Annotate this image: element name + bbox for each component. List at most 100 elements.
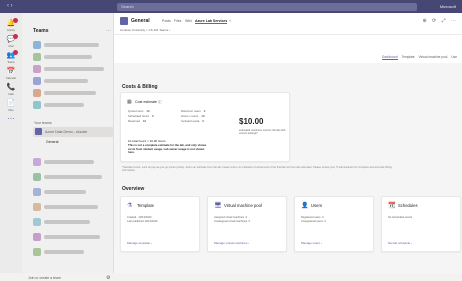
team-name-blurred[interactable]: [44, 190, 86, 194]
overview-heading: Overview: [122, 186, 145, 192]
tab-files[interactable]: Files: [174, 19, 181, 23]
subnav-dashboard[interactable]: Dashboard: [382, 55, 398, 60]
team-avatar[interactable]: [33, 41, 41, 49]
calendar-icon[interactable]: 📅: [6, 67, 16, 77]
rail-label: Teams: [7, 61, 15, 64]
channel-header: General Posts Files Wiki Azure Lab Servi…: [114, 13, 462, 35]
subnav-users[interactable]: Use: [451, 55, 457, 59]
profile-button[interactable]: Microsoft: [440, 3, 456, 10]
history-nav[interactable]: ‹ ›: [7, 3, 13, 10]
join-create-team-link[interactable]: Join or create a team: [28, 276, 61, 280]
manage-vms-link[interactable]: Manage virtual machines ›: [214, 241, 249, 245]
more-icon[interactable]: ⋯: [6, 115, 16, 125]
team-avatar[interactable]: [33, 65, 41, 73]
your-teams-heading: Your teams: [34, 121, 52, 125]
team-name-blurred[interactable]: [44, 250, 84, 254]
team-avatar[interactable]: [33, 203, 41, 211]
users-card: 👤 Users Registered users 0 Unregistered …: [294, 196, 374, 252]
card-detail: Unregistered users 0: [301, 220, 326, 223]
header-actions[interactable]: ⊕ ⟳ ⤢ ⋯: [422, 18, 458, 24]
team-avatar[interactable]: [33, 77, 41, 85]
search-input[interactable]: Search: [117, 3, 417, 11]
cost-row: Maximum users 0: [181, 109, 206, 113]
team-avatar[interactable]: [33, 53, 41, 61]
tab-posts[interactable]: Posts: [162, 19, 171, 23]
team-name-blurred[interactable]: [44, 235, 100, 239]
template-card: ⚗ Template Created 10/13/2020 Last publi…: [120, 196, 200, 252]
subnav-template[interactable]: Template: [402, 55, 415, 59]
costs-heading: Costs & Billing: [122, 84, 158, 90]
add-tab-button[interactable]: +: [229, 19, 231, 23]
team-name-blurred[interactable]: [44, 67, 104, 71]
team-name-blurred[interactable]: [44, 79, 88, 83]
notification-badge: [13, 50, 18, 55]
team-name-blurred[interactable]: [44, 160, 94, 164]
card-detail: Last published 10/13/2020: [127, 220, 158, 223]
team-avatar[interactable]: [33, 233, 41, 241]
team-avatar[interactable]: [33, 158, 41, 166]
team-avatar[interactable]: [33, 218, 41, 226]
team-name-blurred[interactable]: [44, 103, 84, 107]
estimated-cost-value: $10.00: [239, 117, 264, 126]
cost-row: Scheduled hours 0: [128, 114, 154, 118]
cost-note: This is not a complete estimate for the …: [128, 143, 207, 155]
vm-pool-card: 🖥 Virtual machine pool Assigned virtual …: [207, 196, 287, 252]
vm-pool-icon: 🖥: [214, 203, 222, 209]
cost-estimate-card: ▦ Cost estimate ⓘ Quota hours 10 Schedule…: [120, 92, 290, 162]
rail-label: Activity: [7, 29, 15, 32]
cost-row: Hours x users 10: [181, 114, 205, 118]
team-avatar[interactable]: [33, 89, 41, 97]
schedules-card: 📆 Schedules No scheduled events Set lab …: [381, 196, 461, 252]
main-pane: General Posts Files Wiki Azure Lab Servi…: [114, 13, 462, 273]
lab-subnav: Dashboard Template Virtual machine pool Use: [382, 55, 461, 60]
title-bar: ‹ › Search Microsoft: [0, 0, 462, 13]
overview-cards: ⚗ Template Created 10/13/2020 Last publi…: [120, 196, 461, 252]
team-name-blurred[interactable]: [44, 205, 98, 209]
card-detail: Unassigned virtual machines 0: [214, 220, 251, 223]
team-avatar[interactable]: [33, 248, 41, 256]
set-schedule-link[interactable]: Set lab schedule ›: [388, 241, 412, 245]
team-avatar[interactable]: [33, 173, 41, 181]
team-item-label: Azure Data Demo - clouder: [45, 130, 88, 134]
teams-panel: Teams ⋯ Your teams Azure Data Demo - clo…: [22, 13, 114, 281]
tab-azure-lab-services[interactable]: Azure Lab Services: [195, 19, 228, 24]
calculator-icon: ▦: [127, 99, 132, 105]
team-name-blurred[interactable]: [44, 175, 102, 179]
card-title: Schedules: [398, 203, 418, 208]
cost-estimate-title: Cost estimate ⓘ: [135, 100, 162, 104]
card-detail: Created 10/13/2020: [127, 216, 152, 219]
notification-badge: [13, 18, 18, 23]
team-avatar[interactable]: [33, 188, 41, 196]
card-title: Virtual machine pool: [224, 203, 262, 208]
app-rail: 🔔 Activity 💬 Chat 👥 Teams 📅 Calendar 📞 Calls 📄 File…: [0, 13, 22, 273]
card-detail: No scheduled events: [388, 216, 413, 219]
team-item-active[interactable]: Azure Data Demo - clouder: [33, 127, 113, 137]
teams-panel-title: Teams: [33, 28, 49, 34]
channel-name: General: [131, 18, 150, 24]
breadcrumb[interactable]: Contoso University > CS 101 Teams ›: [120, 28, 170, 32]
estimated-cost-caption: estimated maximum cost for the lab with …: [239, 129, 286, 136]
channel-general[interactable]: General: [46, 140, 58, 144]
calls-icon[interactable]: 📞: [6, 83, 16, 93]
card-title: Template: [137, 203, 154, 208]
team-name-blurred[interactable]: [44, 43, 99, 47]
card-detail: Assigned virtual machines 0: [214, 216, 248, 219]
subnav-vm-pool[interactable]: Virtual machine pool: [419, 55, 448, 59]
cost-row: Included quota 0: [181, 119, 204, 123]
team-name-blurred[interactable]: [44, 55, 92, 59]
team-avatar[interactable]: [33, 101, 41, 109]
settings-gear-icon[interactable]: ⚙: [106, 275, 110, 281]
template-icon: ⚗: [127, 203, 133, 209]
rail-label: Calls: [8, 93, 14, 96]
notification-badge: [13, 34, 18, 39]
manage-users-link[interactable]: Manage users ›: [301, 241, 322, 245]
files-icon[interactable]: 📄: [6, 99, 16, 109]
cost-footnote: *Standard costs, such as pay-as-you-go p…: [122, 166, 392, 173]
team-name-blurred[interactable]: [44, 220, 90, 224]
cost-row: Quota hours 10: [128, 109, 150, 113]
tab-wiki[interactable]: Wiki: [185, 19, 192, 23]
team-name-blurred[interactable]: [44, 91, 96, 95]
more-options-icon[interactable]: ⋯: [106, 28, 111, 34]
manage-template-link[interactable]: Manage template ›: [127, 241, 152, 245]
team-logo-icon: [120, 17, 128, 25]
